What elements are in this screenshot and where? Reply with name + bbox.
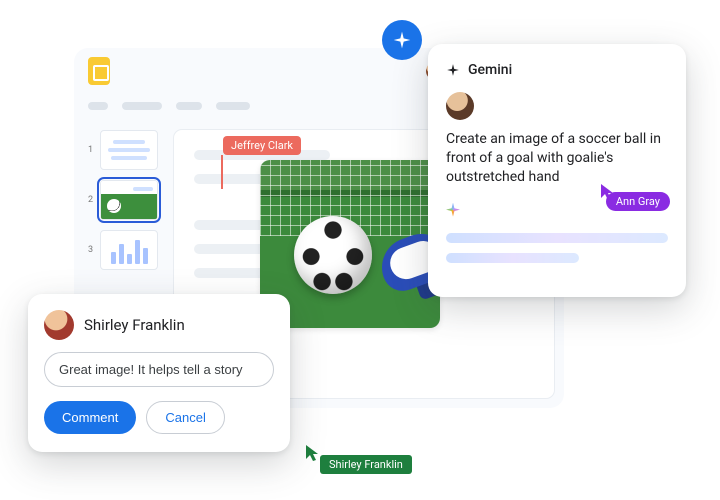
avatar	[44, 310, 74, 340]
comment-cancel-button[interactable]: Cancel	[146, 401, 224, 434]
slide-thumbnail[interactable]	[100, 230, 158, 270]
cursor-icon	[305, 444, 319, 462]
cursor-icon	[600, 183, 614, 201]
toolbar-item[interactable]	[88, 102, 108, 110]
comment-author: Shirley Franklin	[84, 316, 185, 334]
thumb-number: 1	[88, 145, 94, 155]
thumb-number: 3	[88, 245, 94, 255]
slide-thumbnail-selected[interactable]	[100, 180, 158, 220]
toolbar-item[interactable]	[176, 102, 202, 110]
collaborator-cursor-ann: Ann Gray	[606, 192, 670, 211]
slides-logo-icon	[88, 57, 110, 85]
slide-thumbnail[interactable]	[100, 130, 158, 170]
slide-thumbnails: 1 2 3	[88, 130, 162, 270]
gemini-response-placeholder	[446, 253, 579, 263]
toolbar-item[interactable]	[122, 102, 162, 110]
gemini-response-placeholder	[446, 233, 668, 243]
comment-card: Shirley Franklin Comment Cancel	[28, 294, 290, 452]
sparkle-icon	[446, 203, 460, 217]
collaborator-cursor-shirley: Shirley Franklin	[320, 455, 412, 474]
toolbar-item[interactable]	[216, 102, 250, 110]
avatar	[446, 92, 474, 120]
thumb-number: 2	[88, 195, 94, 205]
gemini-sparkle-icon[interactable]	[382, 20, 422, 60]
gemini-panel: Gemini Create an image of a soccer ball …	[428, 44, 686, 297]
collaborator-cursor-jeffrey: Jeffrey Clark	[223, 136, 301, 155]
comment-input[interactable]	[44, 352, 274, 387]
sparkle-icon	[446, 63, 460, 77]
gemini-prompt-text: Create an image of a soccer ball in fron…	[446, 130, 668, 187]
gemini-title: Gemini	[468, 62, 512, 78]
comment-submit-button[interactable]: Comment	[44, 401, 136, 434]
gemini-header: Gemini	[446, 62, 668, 78]
